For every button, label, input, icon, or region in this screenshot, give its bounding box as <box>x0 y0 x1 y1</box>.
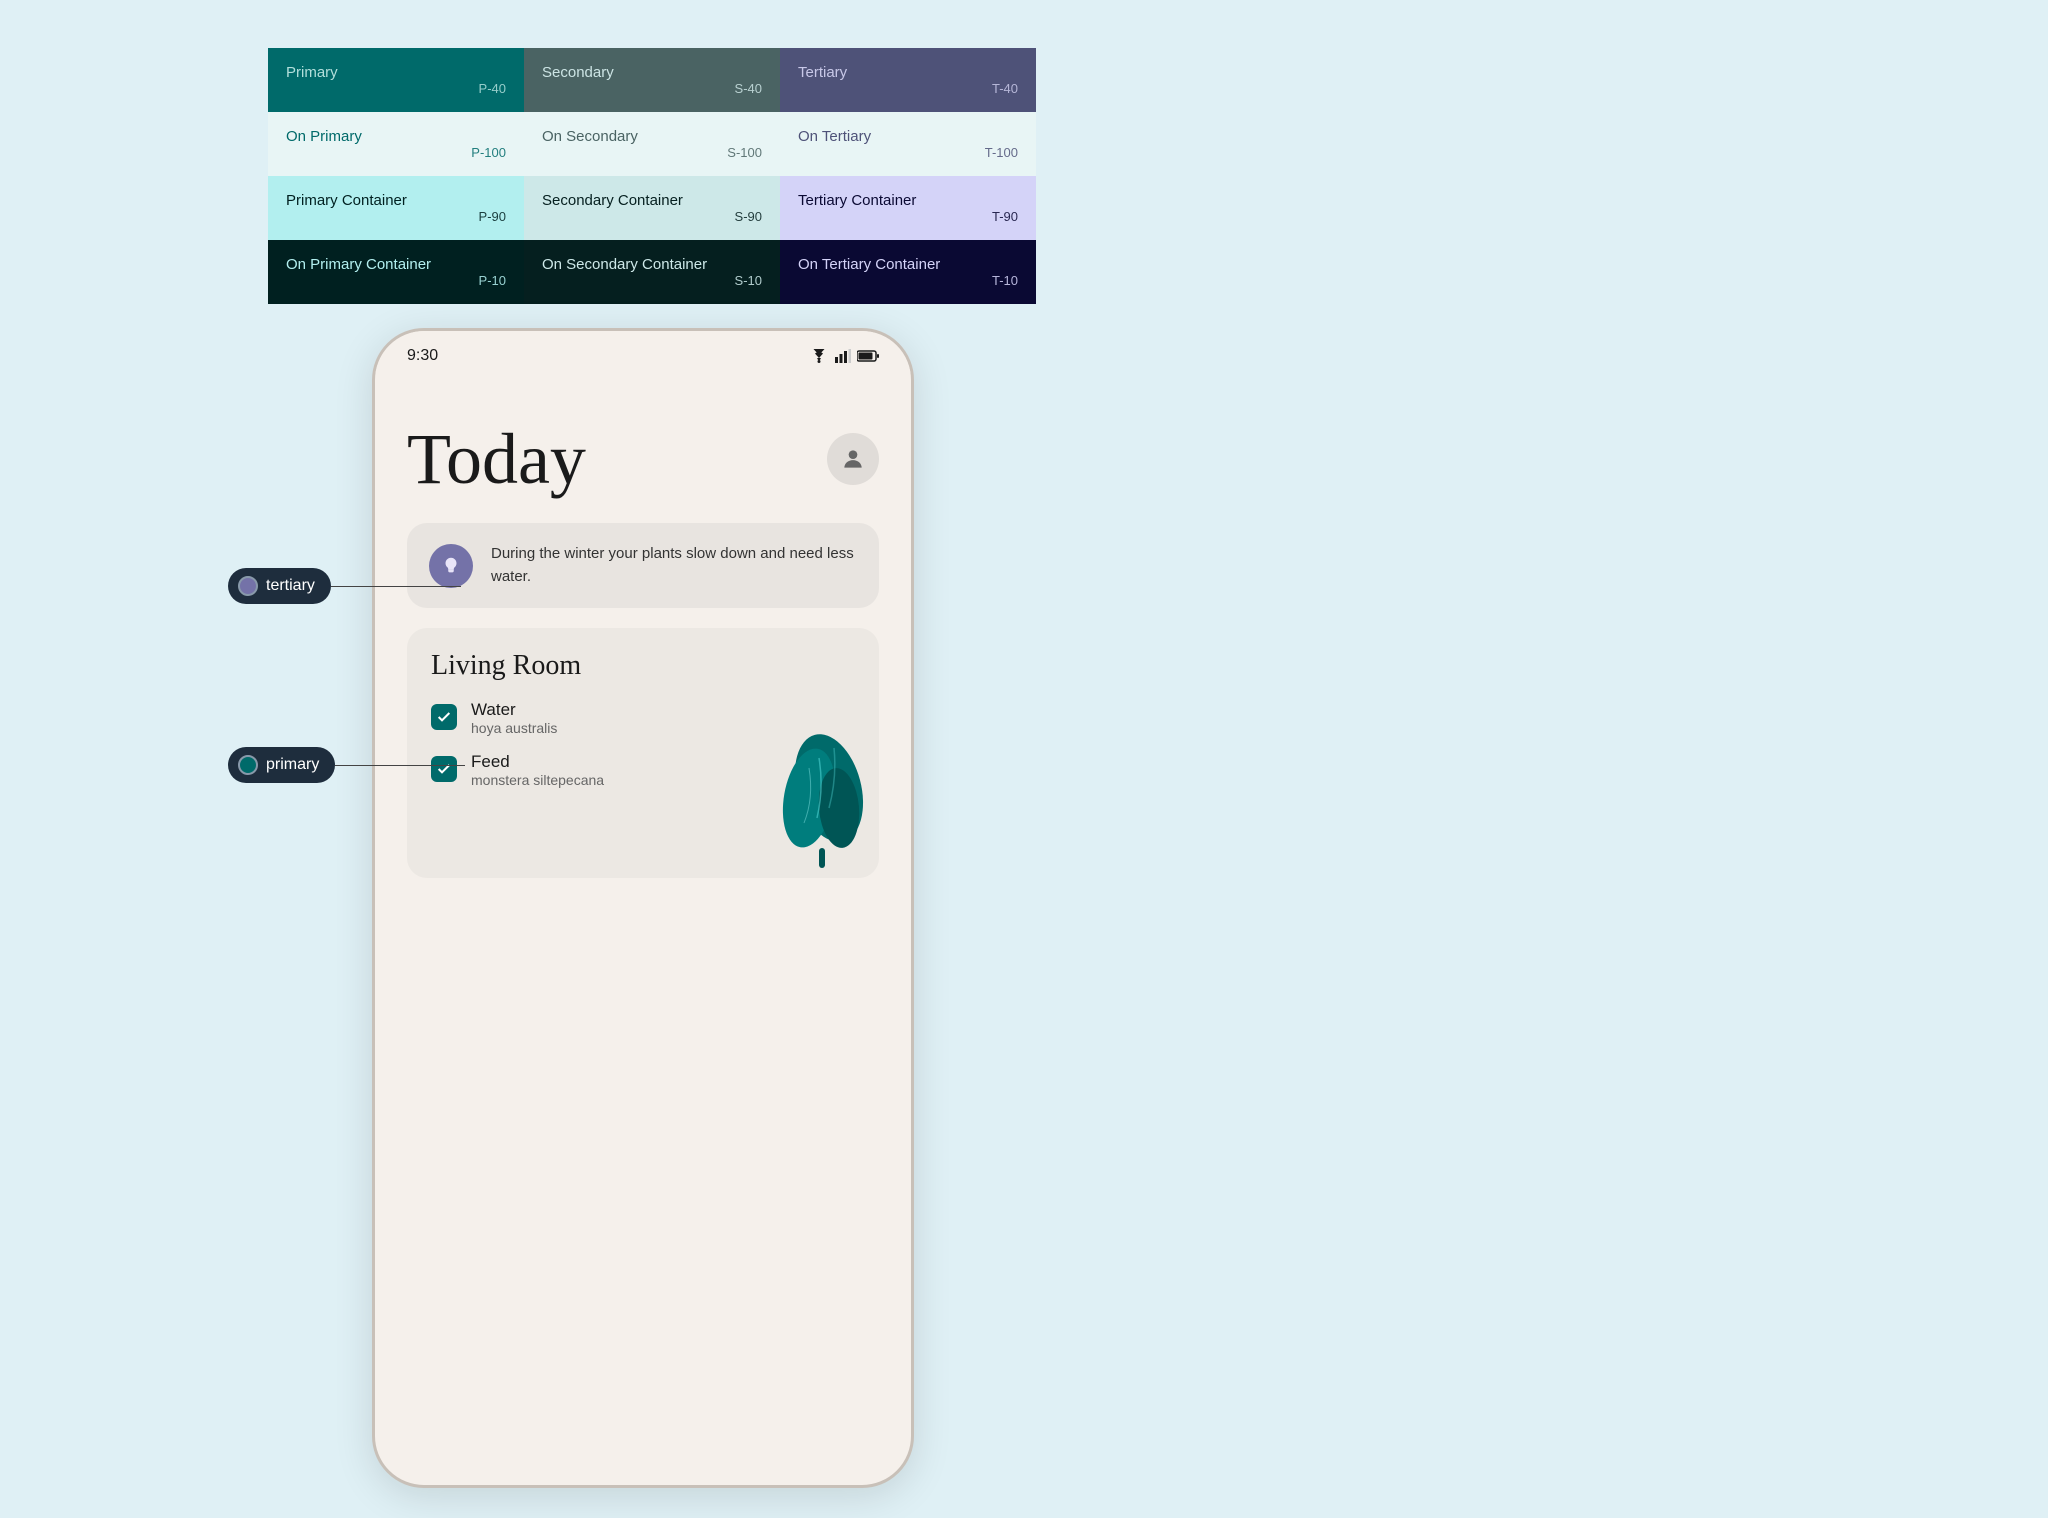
tertiary-40-label: Tertiary <box>798 64 847 81</box>
on-secondary-code: S-100 <box>727 145 762 160</box>
phone-page-title: Today <box>407 423 586 495</box>
person-icon <box>840 446 866 472</box>
palette-cell-on-secondary: On Secondary S-100 <box>524 112 780 176</box>
palette-cell-secondary-container: Secondary Container S-90 <box>524 176 780 240</box>
annotation-primary-label: primary <box>266 756 319 774</box>
wifi-icon <box>809 349 829 363</box>
on-secondary-label: On Secondary <box>542 128 638 145</box>
on-tertiary-container-label: On Tertiary Container <box>798 256 940 273</box>
annotation-tertiary-pill: tertiary <box>228 568 331 604</box>
on-primary-container-code: P-10 <box>479 273 506 288</box>
checkbox-water[interactable] <box>431 704 457 730</box>
on-tertiary-code: T-100 <box>985 145 1018 160</box>
on-primary-label: On Primary <box>286 128 362 145</box>
plant-section: Living Room Water hoya australis <box>407 628 879 878</box>
secondary-40-code: S-40 <box>735 81 762 96</box>
tertiary-40-code: T-40 <box>992 81 1018 96</box>
palette-cell-secondary-40: Secondary S-40 <box>524 48 780 112</box>
on-primary-container-label: On Primary Container <box>286 256 431 273</box>
plant-action-1: Water <box>471 700 557 720</box>
signal-icon <box>835 349 851 363</box>
palette-cell-on-primary-container: On Primary Container P-10 <box>268 240 524 304</box>
on-secondary-container-label: On Secondary Container <box>542 256 707 273</box>
on-tertiary-container-code: T-10 <box>992 273 1018 288</box>
section-title: Living Room <box>431 650 855 682</box>
primary-40-code: P-40 <box>479 81 506 96</box>
palette-cell-on-secondary-container: On Secondary Container S-10 <box>524 240 780 304</box>
plant-species-1: hoya australis <box>471 720 557 736</box>
phone-status-bar: 9:30 <box>375 331 911 373</box>
primary-container-code: P-90 <box>479 209 506 224</box>
plant-info-1: Water hoya australis <box>471 700 557 736</box>
on-tertiary-label: On Tertiary <box>798 128 871 145</box>
annotation-tertiary: tertiary <box>228 568 461 604</box>
tertiary-container-code: T-90 <box>992 209 1018 224</box>
plant-action-2: Feed <box>471 752 604 772</box>
phone-status-icons <box>809 349 879 363</box>
annotation-tertiary-label: tertiary <box>266 577 315 595</box>
palette-cell-on-primary: On Primary P-100 <box>268 112 524 176</box>
tip-text: During the winter your plants slow down … <box>491 543 857 588</box>
palette-grid: Primary P-40 Secondary S-40 Tertiary T-4… <box>268 48 1036 304</box>
phone-content: Today During the winter your plants slow… <box>375 373 911 1475</box>
palette-cell-primary-container: Primary Container P-90 <box>268 176 524 240</box>
phone-time: 9:30 <box>407 347 438 365</box>
on-primary-code: P-100 <box>471 145 506 160</box>
secondary-container-code: S-90 <box>735 209 762 224</box>
palette-cell-on-tertiary: On Tertiary T-100 <box>780 112 1036 176</box>
annotation-primary-pill: primary <box>228 747 335 783</box>
tertiary-dot <box>238 576 258 596</box>
phone-mockup: 9:30 <box>372 328 914 1488</box>
avatar-button[interactable] <box>827 433 879 485</box>
tip-card: During the winter your plants slow down … <box>407 523 879 608</box>
palette-cell-tertiary-40: Tertiary T-40 <box>780 48 1036 112</box>
palette-cell-primary-40: Primary P-40 <box>268 48 524 112</box>
palette-cell-tertiary-container: Tertiary Container T-90 <box>780 176 1036 240</box>
battery-icon <box>857 350 879 362</box>
primary-container-label: Primary Container <box>286 192 407 209</box>
on-secondary-container-code: S-10 <box>735 273 762 288</box>
check-icon <box>436 709 452 725</box>
annotation-primary: primary <box>228 747 465 783</box>
palette-cell-on-tertiary-container: On Tertiary Container T-10 <box>780 240 1036 304</box>
plant-species-2: monstera siltepecana <box>471 772 604 788</box>
primary-40-label: Primary <box>286 64 338 81</box>
primary-dot <box>238 755 258 775</box>
palette-section: Primary P-40 Secondary S-40 Tertiary T-4… <box>268 48 1036 304</box>
secondary-container-label: Secondary Container <box>542 192 683 209</box>
plant-illustration <box>759 708 869 868</box>
tertiary-container-label: Tertiary Container <box>798 192 916 209</box>
plant-info-2: Feed monstera siltepecana <box>471 752 604 788</box>
secondary-40-label: Secondary <box>542 64 614 81</box>
phone-header: Today <box>407 423 879 495</box>
